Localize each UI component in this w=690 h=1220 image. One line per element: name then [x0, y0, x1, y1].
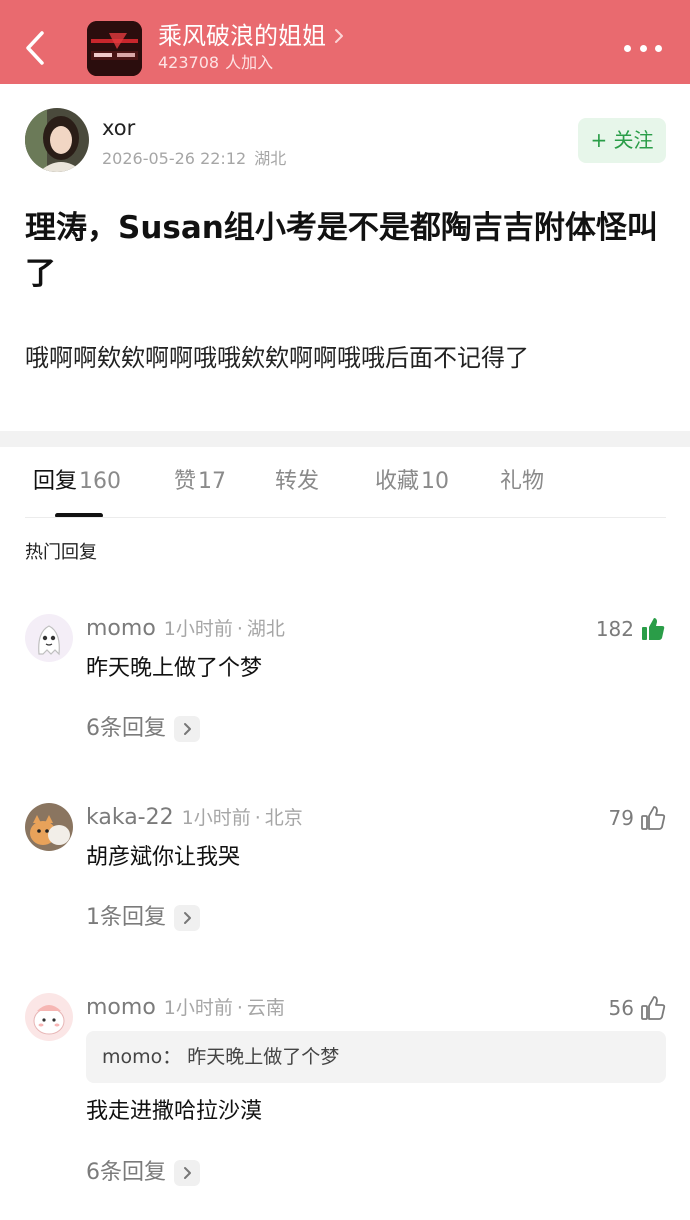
view-replies-button[interactable]: 6条回复 — [86, 712, 200, 746]
hot-replies-heading: 热门回复 — [25, 542, 97, 563]
post-location: 湖北 — [254, 149, 287, 168]
chevron-right-icon — [335, 29, 343, 43]
post-title: 理涛，Susan组小考是不是都陶吉吉附体怪叫了 — [25, 210, 658, 292]
chevron-right-icon — [174, 1160, 200, 1186]
more-dot-icon — [639, 44, 647, 52]
post-body: 哦啊啊欸欸啊啊哦哦欸欸啊啊哦哦后面不记得了 — [25, 344, 529, 372]
group-logo-image — [87, 21, 142, 76]
cartoon-avatar-image — [25, 993, 73, 1041]
commenter-name[interactable]: momo — [86, 995, 156, 1020]
like-count: 56 — [608, 996, 634, 1020]
thumbs-up-icon — [641, 996, 666, 1020]
like-count: 182 — [595, 617, 634, 641]
commenter-name[interactable]: kaka-22 — [86, 805, 174, 830]
commenter-avatar[interactable] — [25, 993, 73, 1041]
view-replies-button[interactable]: 1条回复 — [86, 901, 200, 935]
more-dot-icon — [655, 44, 662, 52]
chevron-left-icon — [26, 31, 44, 65]
commenter-name[interactable]: momo — [86, 616, 156, 641]
view-replies-button[interactable]: 6条回复 — [86, 1156, 200, 1190]
commenter-avatar[interactable] — [25, 614, 73, 662]
author-avatar[interactable] — [25, 108, 89, 172]
quoted-reply[interactable]: momo： 昨天晚上做了个梦 — [86, 1031, 666, 1083]
tab-favorites[interactable]: 收藏10 — [375, 462, 449, 502]
section-divider — [0, 431, 690, 447]
tab-reposts[interactable]: 转发 — [275, 462, 319, 502]
ghost-avatar-image — [25, 614, 73, 662]
comment-text: 我走进撒哈拉沙漠 — [86, 1099, 263, 1124]
group-name: 乘风破浪的姐姐 — [158, 22, 326, 50]
more-options-button[interactable] — [624, 38, 662, 58]
follow-button[interactable]: + 关注 — [578, 118, 666, 163]
comment-location: 北京 — [264, 807, 303, 829]
thumbs-up-icon — [641, 806, 666, 830]
like-button[interactable]: 182 — [596, 614, 666, 644]
post-tabs: 回复160 赞17 转发 收藏10 礼物 — [0, 462, 690, 518]
like-button[interactable]: 56 — [609, 993, 666, 1023]
comment-time: 1小时前 — [163, 997, 233, 1019]
group-title-link[interactable]: 乘风破浪的姐姐 — [158, 20, 344, 52]
group-avatar[interactable] — [87, 21, 142, 76]
chevron-right-icon — [174, 716, 200, 742]
chevron-right-icon — [174, 905, 200, 931]
comment-time: 1小时前 — [181, 807, 251, 829]
more-dot-icon — [624, 44, 631, 52]
comment-location: 湖北 — [246, 618, 285, 640]
like-count: 79 — [608, 806, 634, 830]
tab-replies[interactable]: 回复160 — [33, 462, 121, 502]
comment-time: 1小时前 — [163, 618, 233, 640]
member-count: 423708 人加入 — [158, 53, 274, 72]
tab-likes[interactable]: 赞17 — [174, 462, 226, 502]
top-bar: 乘风破浪的姐姐 423708 人加入 — [0, 0, 690, 84]
comment-header: momo 1小时前 · 湖北 — [86, 616, 285, 641]
comment-text: 胡彦斌你让我哭 — [86, 845, 241, 870]
thumbs-up-filled-icon — [642, 618, 665, 640]
tabs-divider — [25, 517, 666, 518]
back-button[interactable] — [22, 30, 50, 66]
post-date: 2026-05-26 22:12 — [102, 149, 247, 168]
comment-text: 昨天晚上做了个梦 — [86, 656, 263, 681]
comment-header: momo 1小时前 · 云南 — [86, 995, 285, 1020]
commenter-avatar[interactable] — [25, 803, 73, 851]
tab-gifts[interactable]: 礼物 — [500, 462, 544, 502]
post-meta: 2026-05-26 22:12 湖北 — [102, 148, 286, 170]
author-name[interactable]: xor — [102, 114, 135, 142]
cat-avatar-image — [25, 803, 73, 851]
comment-header: kaka-22 1小时前 · 北京 — [86, 805, 303, 830]
comment-location: 云南 — [246, 997, 285, 1019]
author-avatar-image — [25, 108, 89, 172]
like-button[interactable]: 79 — [609, 803, 666, 833]
